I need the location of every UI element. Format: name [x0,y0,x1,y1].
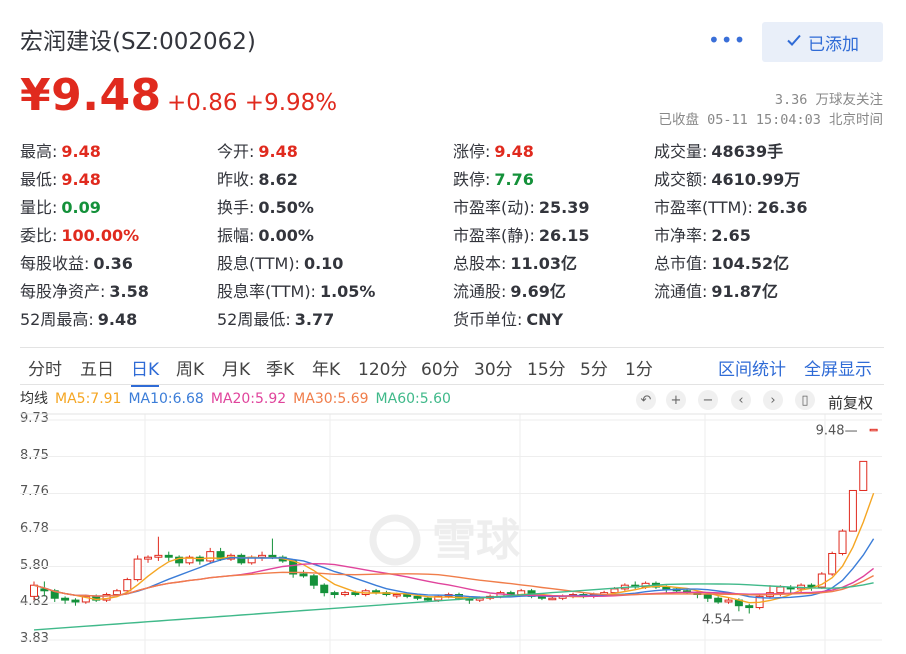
candle-body [413,595,422,599]
candle-body [330,592,339,596]
candle-body [859,460,868,491]
candle-body [340,592,349,596]
watermark-logo [369,514,421,566]
high-price-label: 9.48— [816,423,858,438]
candle-body [392,594,401,597]
candle-body [745,605,754,609]
candle-body [309,575,318,586]
candle-body [133,558,142,581]
low-price-label: 4.54— [702,613,744,628]
candle-body [206,551,215,562]
candle-body [869,428,878,432]
kline-chart[interactable]: 雪球 9.48— 4.54— [0,0,906,654]
candle-body [838,530,847,554]
candle-body [724,599,733,603]
candle-body [112,590,121,596]
watermark-text: 雪球 [432,515,521,566]
candle-body [71,599,80,603]
candle-body [548,597,557,601]
candle-body [610,588,619,594]
candle-body [30,584,38,597]
candle-body [828,552,837,575]
candle-body [61,597,70,601]
candle-body [123,579,132,592]
candle-body [776,586,785,594]
candle-body [714,597,723,603]
candle-body [154,554,163,558]
candle-body [848,489,857,532]
candle-body [164,554,173,558]
candle-body [144,556,153,560]
candle-body [662,586,671,590]
candle-body [237,554,246,564]
candle-body [423,597,432,601]
ma-line-20 [33,562,875,597]
candle-body [351,592,360,596]
candle-body [299,573,308,577]
candle-body [703,594,712,599]
candle-body [320,584,329,594]
candle-body [258,554,267,558]
